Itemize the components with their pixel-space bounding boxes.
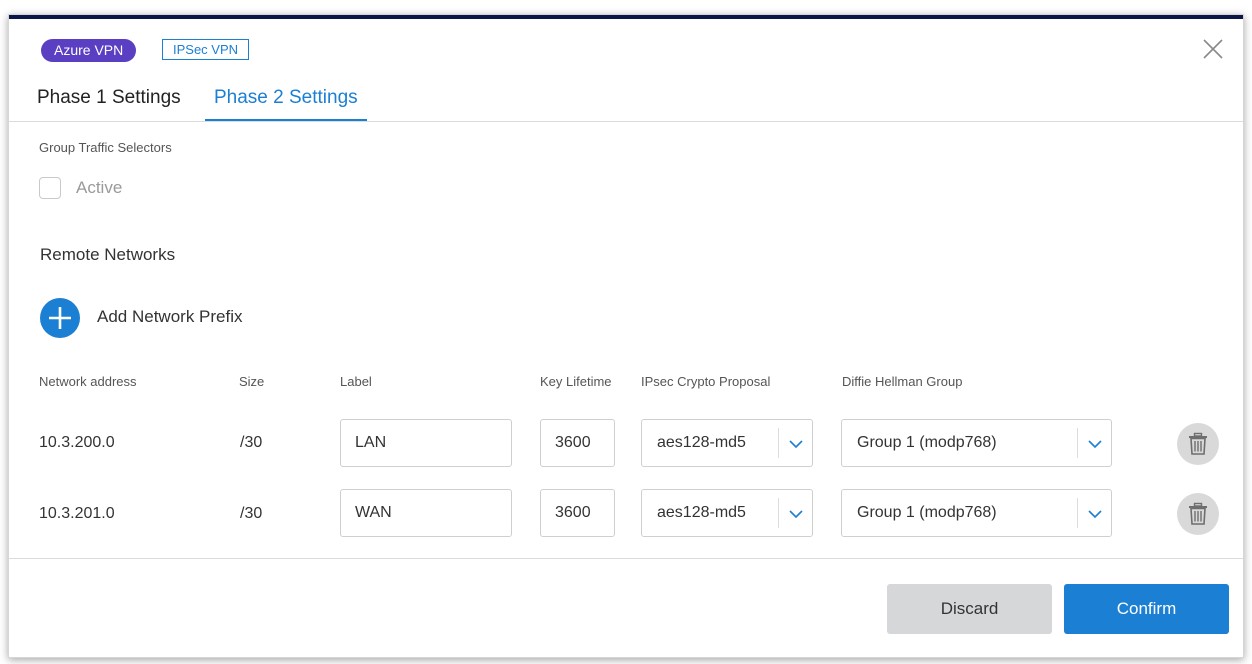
close-icon bbox=[1203, 39, 1223, 59]
close-button[interactable] bbox=[1201, 37, 1225, 61]
diffie-hellman-group-value: Group 1 (modp768) bbox=[857, 434, 997, 451]
key-lifetime-input[interactable]: 3600 bbox=[540, 419, 615, 467]
chevron-down-icon bbox=[1077, 428, 1111, 458]
chevron-down-icon bbox=[778, 498, 812, 528]
azure-vpn-badge: Azure VPN bbox=[41, 39, 137, 62]
diffie-hellman-group-select[interactable]: Group 1 (modp768) bbox=[841, 489, 1112, 537]
column-header-key-lifetime: Key Lifetime bbox=[540, 374, 612, 389]
delete-row-button[interactable] bbox=[1177, 493, 1219, 535]
column-header-network-address: Network address bbox=[39, 374, 137, 389]
delete-row-button[interactable] bbox=[1177, 423, 1219, 465]
trash-icon bbox=[1189, 502, 1207, 525]
network-size: /30 bbox=[240, 434, 263, 451]
trash-icon bbox=[1189, 432, 1207, 455]
column-header-size: Size bbox=[239, 374, 265, 389]
chevron-down-icon bbox=[778, 428, 812, 458]
label-input[interactable]: WAN bbox=[340, 489, 512, 537]
ipsec-crypto-proposal-select[interactable]: aes128-md5 bbox=[641, 419, 813, 467]
tab-divider bbox=[9, 121, 1243, 122]
add-network-prefix-label: Add Network Prefix bbox=[97, 307, 243, 326]
dialog-top-bar bbox=[9, 15, 1243, 19]
chevron-down-icon bbox=[1077, 498, 1111, 528]
network-address: 10.3.201.0 bbox=[39, 505, 115, 522]
label-input[interactable]: LAN bbox=[340, 419, 512, 467]
group-traffic-selectors-label: Group Traffic Selectors bbox=[39, 140, 172, 155]
vpn-settings-dialog: Azure VPN IPSec VPN Phase 1 Settings Pha… bbox=[8, 14, 1244, 658]
confirm-button[interactable]: Confirm bbox=[1064, 584, 1229, 634]
column-header-ipsec-crypto-proposal: IPsec Crypto Proposal bbox=[641, 374, 771, 389]
remote-networks-title: Remote Networks bbox=[40, 245, 176, 264]
ipsec-vpn-badge: IPSec VPN bbox=[162, 39, 250, 60]
key-lifetime-input[interactable]: 3600 bbox=[540, 489, 615, 537]
column-header-label: Label bbox=[340, 374, 372, 389]
tab-phase-2-settings[interactable]: Phase 2 Settings bbox=[205, 87, 367, 121]
tab-phase-1-settings[interactable]: Phase 1 Settings bbox=[37, 87, 181, 121]
ipsec-crypto-proposal-value: aes128-md5 bbox=[657, 504, 746, 521]
ipsec-crypto-proposal-select[interactable]: aes128-md5 bbox=[641, 489, 813, 537]
ipsec-crypto-proposal-value: aes128-md5 bbox=[657, 434, 746, 451]
network-address: 10.3.200.0 bbox=[39, 434, 115, 451]
active-checkbox-label: Active bbox=[76, 178, 123, 197]
network-size: /30 bbox=[240, 505, 263, 522]
column-header-diffie-hellman-group: Diffie Hellman Group bbox=[842, 374, 963, 389]
active-checkbox[interactable] bbox=[39, 177, 61, 199]
footer-divider bbox=[9, 558, 1243, 559]
plus-icon bbox=[49, 307, 71, 329]
diffie-hellman-group-value: Group 1 (modp768) bbox=[857, 504, 997, 521]
discard-button[interactable]: Discard bbox=[887, 584, 1052, 634]
diffie-hellman-group-select[interactable]: Group 1 (modp768) bbox=[841, 419, 1112, 467]
add-network-prefix-button[interactable] bbox=[40, 298, 80, 338]
